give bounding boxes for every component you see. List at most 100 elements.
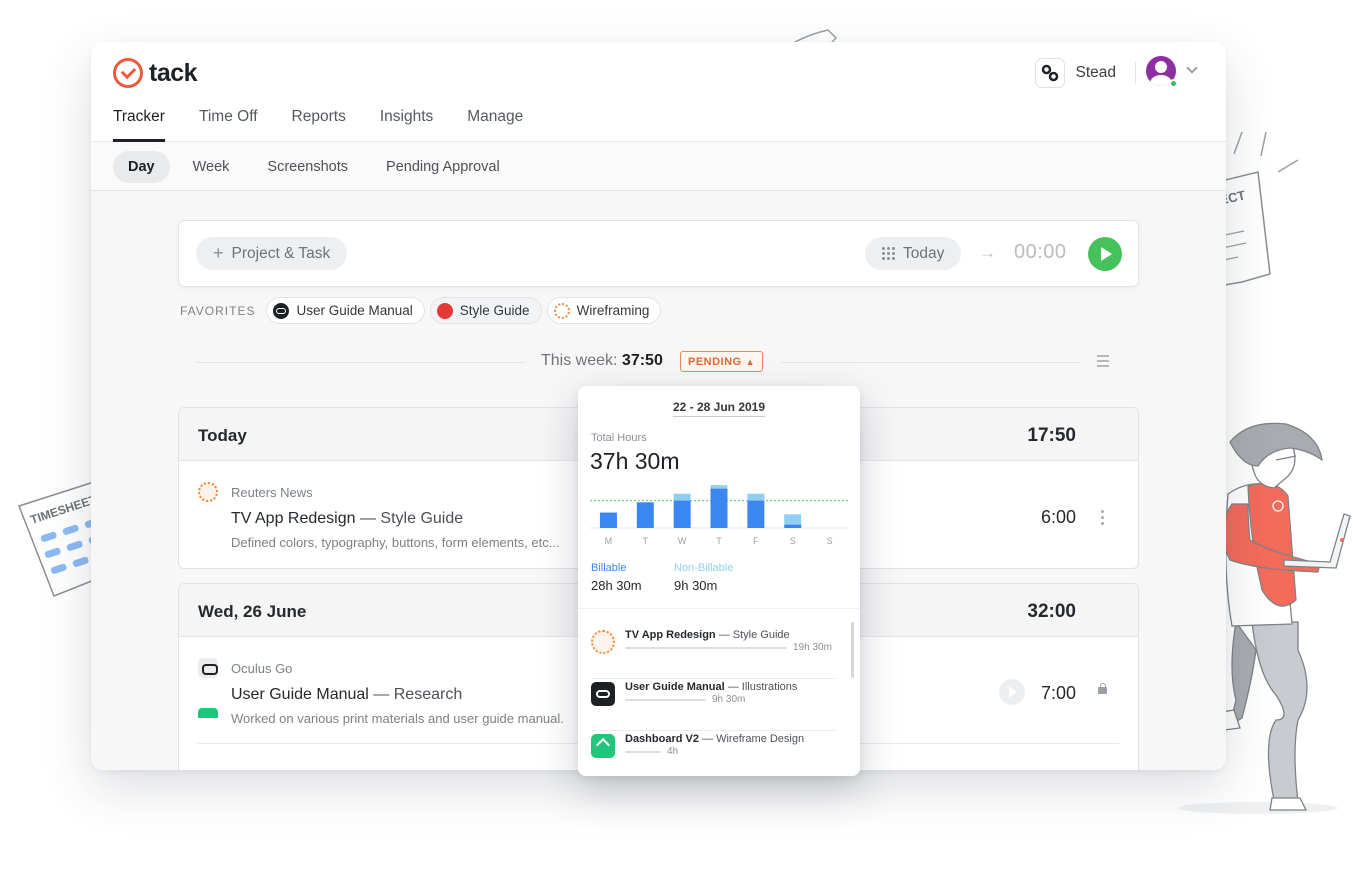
- favorite-chip[interactable]: Wireframing: [546, 297, 662, 324]
- chevron-up-icon: ▲: [745, 356, 756, 367]
- project-title: Dashboard V2 — Wireframe Design: [625, 733, 804, 745]
- pending-status-badge[interactable]: PENDING ▲: [680, 351, 764, 372]
- subtask-name: — Wireframe Design: [702, 733, 805, 745]
- non-billable-bar[interactable]: [710, 485, 728, 489]
- project-name: Dashboard V2: [625, 733, 699, 745]
- legend-billable: Billable 28h 30m: [591, 562, 642, 593]
- favorite-chip[interactable]: Style Guide: [429, 297, 542, 324]
- entry-duration[interactable]: 6:00: [1041, 507, 1076, 528]
- day-total: 17:50: [1027, 425, 1076, 446]
- billable-bar[interactable]: [636, 502, 654, 528]
- tab-insights[interactable]: Insights: [380, 108, 433, 142]
- non-billable-bar[interactable]: [747, 493, 765, 501]
- client-name: Oculus Go: [231, 661, 293, 676]
- date-picker-button[interactable]: Today: [865, 237, 962, 270]
- pending-label: PENDING: [688, 355, 742, 368]
- subtab-pending-approval[interactable]: Pending Approval: [371, 151, 515, 183]
- brand-logo[interactable]: tack: [113, 58, 198, 88]
- collapse-all-icon[interactable]: [1097, 352, 1109, 374]
- calendar-grid-icon: [882, 247, 895, 260]
- more-options-icon[interactable]: [1101, 507, 1105, 528]
- jump-logo-icon: [436, 302, 453, 319]
- timer-display[interactable]: 00:00: [1014, 241, 1067, 264]
- subtab-screenshots[interactable]: Screenshots: [252, 151, 363, 183]
- divider-line: [196, 362, 526, 363]
- day-tick-label: T: [643, 536, 649, 546]
- task-title: User Guide Manual — Research: [231, 686, 462, 704]
- tab-manage[interactable]: Manage: [467, 108, 523, 142]
- total-hours-label: Total Hours: [591, 432, 647, 444]
- top-bar: tack Tracker Time Off Reports Insights M…: [91, 42, 1226, 142]
- project-share-bar: [625, 751, 661, 753]
- subtask-name: — Illustrations: [727, 681, 798, 693]
- billable-bar[interactable]: [673, 500, 691, 528]
- subtab-day[interactable]: Day: [113, 151, 170, 183]
- day-tick-label: W: [678, 536, 687, 546]
- oculus-logo-icon: [591, 682, 615, 706]
- task-title: TV App Redesign — Style Guide: [231, 510, 463, 528]
- divider-line: [781, 362, 1081, 363]
- project-name: User Guide Manual: [625, 681, 725, 693]
- project-breakdown-item[interactable]: Dashboard V2 — Wireframe Design 4h: [591, 731, 847, 776]
- project-breakdown-item[interactable]: User Guide Manual — Illustrations 9h 30m: [591, 679, 847, 731]
- sub-nav: Day Week Screenshots Pending Approval: [113, 151, 515, 183]
- favorites-label: FAVORITES: [180, 303, 256, 318]
- resume-timer-button[interactable]: [999, 679, 1025, 705]
- billable-bar[interactable]: [710, 488, 728, 528]
- total-hours-value: 37h 30m: [590, 448, 680, 474]
- project-breakdown-item[interactable]: TV App Redesign — Style Guide 19h 30m: [591, 627, 847, 679]
- subtab-week[interactable]: Week: [178, 151, 245, 183]
- billable-bar[interactable]: [784, 524, 802, 528]
- day-tick-label: S: [790, 536, 796, 546]
- project-task-button[interactable]: + Project & Task: [196, 237, 348, 270]
- subtask-name: — Research: [373, 686, 463, 703]
- date-label: Today: [903, 244, 945, 262]
- non-billable-value: 9h 30m: [674, 578, 718, 593]
- favorite-chip[interactable]: User Guide Manual: [266, 297, 425, 324]
- entry-description: Defined colors, typography, buttons, for…: [231, 535, 560, 550]
- tab-time-off[interactable]: Time Off: [199, 108, 258, 142]
- subtask-name: — Style Guide: [359, 510, 464, 527]
- chevron-down-icon[interactable]: [1186, 62, 1198, 74]
- dashboard-logo-icon: [591, 734, 615, 758]
- weekly-hours-chart: MTWTFSS: [590, 485, 848, 546]
- billable-bar[interactable]: [599, 512, 617, 528]
- date-range-label: 22 - 28 Jun 2019: [672, 400, 766, 417]
- date-range[interactable]: 22 - 28 Jun 2019: [578, 400, 860, 417]
- reuters-logo-icon: [198, 482, 218, 502]
- project-task-label: Project & Task: [231, 244, 331, 262]
- tab-tracker[interactable]: Tracker: [113, 108, 165, 142]
- non-billable-bar[interactable]: [784, 514, 802, 525]
- legend-non-billable: Non-Billable 9h 30m: [674, 562, 733, 593]
- tab-reports[interactable]: Reports: [292, 108, 346, 142]
- billable-bar[interactable]: [747, 500, 765, 528]
- favorite-chip-label: Style Guide: [459, 303, 530, 318]
- non-billable-label: Non-Billable: [674, 562, 734, 574]
- next-entry-icon: [198, 708, 218, 718]
- day-tick-label: F: [753, 536, 759, 546]
- weekly-summary-popover: 22 - 28 Jun 2019 Total Hours 37h 30m M T W…: [578, 386, 860, 776]
- reuters-logo-icon: [591, 630, 615, 654]
- subtask-name: — Style Guide: [718, 629, 790, 641]
- scrollbar-thumb[interactable]: [851, 622, 854, 678]
- project-share-bar: [625, 699, 706, 701]
- main-nav: Tracker Time Off Reports Insights Manage: [113, 108, 523, 142]
- entry-duration[interactable]: 7:00: [1041, 683, 1076, 704]
- favorite-chip-label: Wireframing: [576, 303, 650, 318]
- oculus-logo-icon: [198, 658, 218, 678]
- org-name: Stead: [1075, 64, 1116, 81]
- org-switcher[interactable]: Stead: [1035, 58, 1116, 88]
- non-billable-bar[interactable]: [673, 493, 691, 501]
- project-title: TV App Redesign — Style Guide: [625, 629, 790, 641]
- entry-description: Worked on various print materials and us…: [231, 711, 564, 726]
- billable-value: 28h 30m: [591, 578, 642, 593]
- arrow-right-icon: →: [979, 243, 996, 262]
- plus-icon: +: [213, 243, 224, 263]
- favorite-chip-label: User Guide Manual: [296, 303, 413, 318]
- day-tick-label: S: [827, 536, 833, 546]
- week-total: 37:50: [621, 352, 663, 369]
- clock-check-icon: [113, 58, 143, 88]
- project-name: TV App Redesign: [625, 629, 716, 641]
- start-timer-button[interactable]: [1088, 237, 1122, 271]
- week-summary: This week: 37:50: [541, 352, 663, 370]
